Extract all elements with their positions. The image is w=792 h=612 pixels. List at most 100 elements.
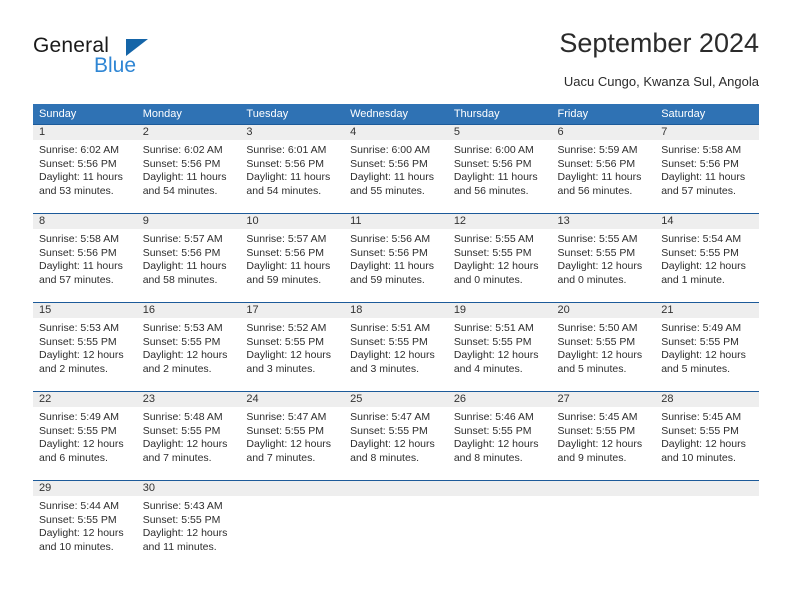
sunrise-text: Sunrise: 5:43 AM bbox=[142, 500, 223, 512]
day-details: Sunrise: 6:00 AM Sunset: 5:56 PM Daylight:… bbox=[448, 140, 552, 198]
day-cell-content: 3 Sunrise: 6:01 AM Sunset: 5:56 PM Daylight… bbox=[240, 125, 345, 213]
day-cell-content: 25 Sunrise: 5:47 AM Sunset: 5:55 PM Dayligh… bbox=[344, 392, 448, 480]
day-number bbox=[655, 481, 759, 496]
day-number: 30 bbox=[136, 481, 241, 496]
calendar-day-cell[interactable]: 12 Sunrise: 5:55 AM Sunset: 5:55 PM Dayligh… bbox=[447, 213, 552, 303]
sunset-text: Sunset: 5:56 PM bbox=[39, 246, 117, 259]
daylight-text: Daylight: 11 hours and 57 minutes. bbox=[661, 171, 746, 197]
day-number: 17 bbox=[240, 303, 345, 318]
day-details: Sunrise: 5:49 AM Sunset: 5:55 PM Daylight:… bbox=[33, 407, 137, 465]
calendar-day-cell[interactable]: 30 Sunrise: 5:43 AM Sunset: 5:55 PM Dayligh… bbox=[136, 480, 241, 569]
calendar-day-cell[interactable]: 18 Sunrise: 5:51 AM Sunset: 5:55 PM Dayligh… bbox=[344, 302, 448, 392]
sunset-text: Sunset: 5:56 PM bbox=[453, 157, 532, 170]
page-header: General Blue September 2024 Uacu Cungo, … bbox=[33, 28, 759, 98]
day-cell-content bbox=[344, 481, 448, 569]
calendar-day-cell[interactable]: 27 Sunrise: 5:45 AM Sunset: 5:55 PM Dayligh… bbox=[551, 391, 656, 481]
sunset-text: Sunset: 5:55 PM bbox=[350, 335, 428, 348]
day-number: 6 bbox=[551, 125, 656, 140]
calendar-day-cell[interactable]: 7 Sunrise: 5:58 AM Sunset: 5:56 PM Daylight… bbox=[655, 124, 759, 214]
day-number: 13 bbox=[551, 214, 656, 229]
day-details: Sunrise: 5:47 AM Sunset: 5:55 PM Daylight:… bbox=[344, 407, 448, 465]
sunrise-text: Sunrise: 5:54 AM bbox=[661, 233, 742, 245]
day-cell-content: 9 Sunrise: 5:57 AM Sunset: 5:56 PM Daylight… bbox=[136, 214, 241, 302]
calendar-day-cell[interactable]: 29 Sunrise: 5:44 AM Sunset: 5:55 PM Dayligh… bbox=[33, 480, 137, 569]
brand-logo[interactable]: General Blue bbox=[33, 34, 233, 86]
calendar-day-cell[interactable]: 20 Sunrise: 5:50 AM Sunset: 5:55 PM Dayligh… bbox=[551, 302, 656, 392]
day-cell-content: 27 Sunrise: 5:45 AM Sunset: 5:55 PM Dayligh… bbox=[551, 392, 656, 480]
sunset-text: Sunset: 5:55 PM bbox=[557, 424, 636, 437]
calendar-day-cell[interactable]: 9 Sunrise: 5:57 AM Sunset: 5:56 PM Daylight… bbox=[136, 213, 241, 303]
day-details: Sunrise: 5:44 AM Sunset: 5:55 PM Daylight:… bbox=[33, 496, 137, 554]
daylight-text: Daylight: 12 hours and 3 minutes. bbox=[350, 349, 435, 375]
day-details: Sunrise: 5:53 AM Sunset: 5:55 PM Daylight:… bbox=[137, 318, 241, 376]
sunset-text: Sunset: 5:55 PM bbox=[39, 335, 117, 348]
sunrise-text: Sunrise: 6:02 AM bbox=[39, 144, 119, 156]
calendar-day-cell[interactable]: 26 Sunrise: 5:46 AM Sunset: 5:55 PM Dayligh… bbox=[447, 391, 552, 481]
calendar-day-cell[interactable]: 22 Sunrise: 5:49 AM Sunset: 5:55 PM Dayligh… bbox=[33, 391, 137, 481]
sunset-text: Sunset: 5:55 PM bbox=[661, 335, 739, 348]
daylight-text: Daylight: 11 hours and 54 minutes. bbox=[246, 171, 331, 197]
sunrise-text: Sunrise: 5:49 AM bbox=[661, 322, 742, 334]
calendar-day-cell[interactable]: 28 Sunrise: 5:45 AM Sunset: 5:55 PM Dayligh… bbox=[655, 391, 759, 481]
day-details: Sunrise: 6:02 AM Sunset: 5:56 PM Daylight:… bbox=[137, 140, 241, 198]
sunset-text: Sunset: 5:55 PM bbox=[39, 424, 117, 437]
sunset-text: Sunset: 5:55 PM bbox=[142, 424, 221, 437]
daylight-text: Daylight: 12 hours and 3 minutes. bbox=[246, 349, 332, 375]
calendar-day-cell[interactable]: 5 Sunrise: 6:00 AM Sunset: 5:56 PM Daylight… bbox=[447, 124, 552, 214]
day-details: Sunrise: 5:55 AM Sunset: 5:55 PM Daylight:… bbox=[552, 229, 656, 287]
calendar-day-cell[interactable]: 2 Sunrise: 6:02 AM Sunset: 5:56 PM Daylight… bbox=[136, 124, 241, 214]
daylight-text: Daylight: 11 hours and 53 minutes. bbox=[39, 171, 123, 197]
sunset-text: Sunset: 5:56 PM bbox=[350, 157, 428, 170]
calendar-day-cell[interactable]: 1 Sunrise: 6:02 AM Sunset: 5:56 PM Daylight… bbox=[33, 124, 137, 214]
sunset-text: Sunset: 5:56 PM bbox=[142, 246, 221, 259]
calendar-day-cell[interactable]: 24 Sunrise: 5:47 AM Sunset: 5:55 PM Dayligh… bbox=[240, 391, 345, 481]
day-cell-content: 29 Sunrise: 5:44 AM Sunset: 5:55 PM Dayligh… bbox=[33, 481, 137, 569]
daylight-text: Daylight: 11 hours and 59 minutes. bbox=[350, 260, 434, 286]
daylight-text: Daylight: 11 hours and 55 minutes. bbox=[350, 171, 434, 197]
calendar-day-cell[interactable]: 21 Sunrise: 5:49 AM Sunset: 5:55 PM Dayligh… bbox=[655, 302, 759, 392]
calendar-day-cell[interactable]: 3 Sunrise: 6:01 AM Sunset: 5:56 PM Daylight… bbox=[240, 124, 345, 214]
day-cell-content: 22 Sunrise: 5:49 AM Sunset: 5:55 PM Dayligh… bbox=[33, 392, 137, 480]
sunset-text: Sunset: 5:55 PM bbox=[557, 246, 636, 259]
calendar-day-cell[interactable]: 11 Sunrise: 5:56 AM Sunset: 5:56 PM Dayligh… bbox=[344, 213, 448, 303]
calendar-day-cell[interactable]: 4 Sunrise: 6:00 AM Sunset: 5:56 PM Daylight… bbox=[344, 124, 448, 214]
weekday-header-thursday: Thursday bbox=[447, 104, 552, 125]
calendar-week-row: 22 Sunrise: 5:49 AM Sunset: 5:55 PM Dayligh… bbox=[33, 391, 759, 481]
daylight-text: Daylight: 12 hours and 10 minutes. bbox=[39, 527, 124, 553]
calendar-day-cell[interactable]: 6 Sunrise: 5:59 AM Sunset: 5:56 PM Daylight… bbox=[551, 124, 656, 214]
sunset-text: Sunset: 5:55 PM bbox=[453, 335, 532, 348]
sunrise-text: Sunrise: 5:58 AM bbox=[39, 233, 119, 245]
calendar-day-cell[interactable]: 25 Sunrise: 5:47 AM Sunset: 5:55 PM Dayligh… bbox=[344, 391, 448, 481]
calendar-day-cell[interactable]: 19 Sunrise: 5:51 AM Sunset: 5:55 PM Dayligh… bbox=[447, 302, 552, 392]
day-number: 21 bbox=[655, 303, 759, 318]
calendar-day-cell[interactable]: 8 Sunrise: 5:58 AM Sunset: 5:56 PM Daylight… bbox=[33, 213, 137, 303]
daylight-text: Daylight: 12 hours and 1 minute. bbox=[661, 260, 746, 286]
sunset-text: Sunset: 5:55 PM bbox=[142, 513, 221, 526]
sunrise-text: Sunrise: 5:51 AM bbox=[453, 322, 534, 334]
calendar-day-cell[interactable]: 10 Sunrise: 5:57 AM Sunset: 5:56 PM Dayligh… bbox=[240, 213, 345, 303]
calendar-day-cell[interactable]: 14 Sunrise: 5:54 AM Sunset: 5:55 PM Dayligh… bbox=[655, 213, 759, 303]
calendar-day-cell[interactable]: 17 Sunrise: 5:52 AM Sunset: 5:55 PM Dayligh… bbox=[240, 302, 345, 392]
day-details: Sunrise: 6:02 AM Sunset: 5:56 PM Daylight:… bbox=[33, 140, 137, 198]
daylight-text: Daylight: 11 hours and 58 minutes. bbox=[142, 260, 227, 286]
daylight-text: Daylight: 11 hours and 54 minutes. bbox=[142, 171, 227, 197]
daylight-text: Daylight: 12 hours and 7 minutes. bbox=[246, 438, 332, 464]
day-number bbox=[447, 481, 552, 496]
sunset-text: Sunset: 5:55 PM bbox=[557, 335, 636, 348]
day-details: Sunrise: 5:57 AM Sunset: 5:56 PM Daylight:… bbox=[137, 229, 241, 287]
day-cell-content: 20 Sunrise: 5:50 AM Sunset: 5:55 PM Dayligh… bbox=[551, 303, 656, 391]
calendar-empty-cell bbox=[551, 480, 656, 569]
calendar-day-cell[interactable]: 16 Sunrise: 5:53 AM Sunset: 5:55 PM Dayligh… bbox=[136, 302, 241, 392]
calendar-day-cell[interactable]: 13 Sunrise: 5:55 AM Sunset: 5:55 PM Dayligh… bbox=[551, 213, 656, 303]
sunset-text: Sunset: 5:56 PM bbox=[39, 157, 117, 170]
day-number: 20 bbox=[551, 303, 656, 318]
day-number: 16 bbox=[136, 303, 241, 318]
sunrise-text: Sunrise: 5:45 AM bbox=[661, 411, 742, 423]
weekday-header-tuesday: Tuesday bbox=[240, 104, 345, 125]
calendar-day-cell[interactable]: 15 Sunrise: 5:53 AM Sunset: 5:55 PM Dayligh… bbox=[33, 302, 137, 392]
day-details: Sunrise: 5:53 AM Sunset: 5:55 PM Daylight:… bbox=[33, 318, 137, 376]
sunrise-text: Sunrise: 5:53 AM bbox=[142, 322, 223, 334]
day-number: 9 bbox=[136, 214, 241, 229]
sunset-text: Sunset: 5:56 PM bbox=[557, 157, 636, 170]
calendar-day-cell[interactable]: 23 Sunrise: 5:48 AM Sunset: 5:55 PM Dayligh… bbox=[136, 391, 241, 481]
